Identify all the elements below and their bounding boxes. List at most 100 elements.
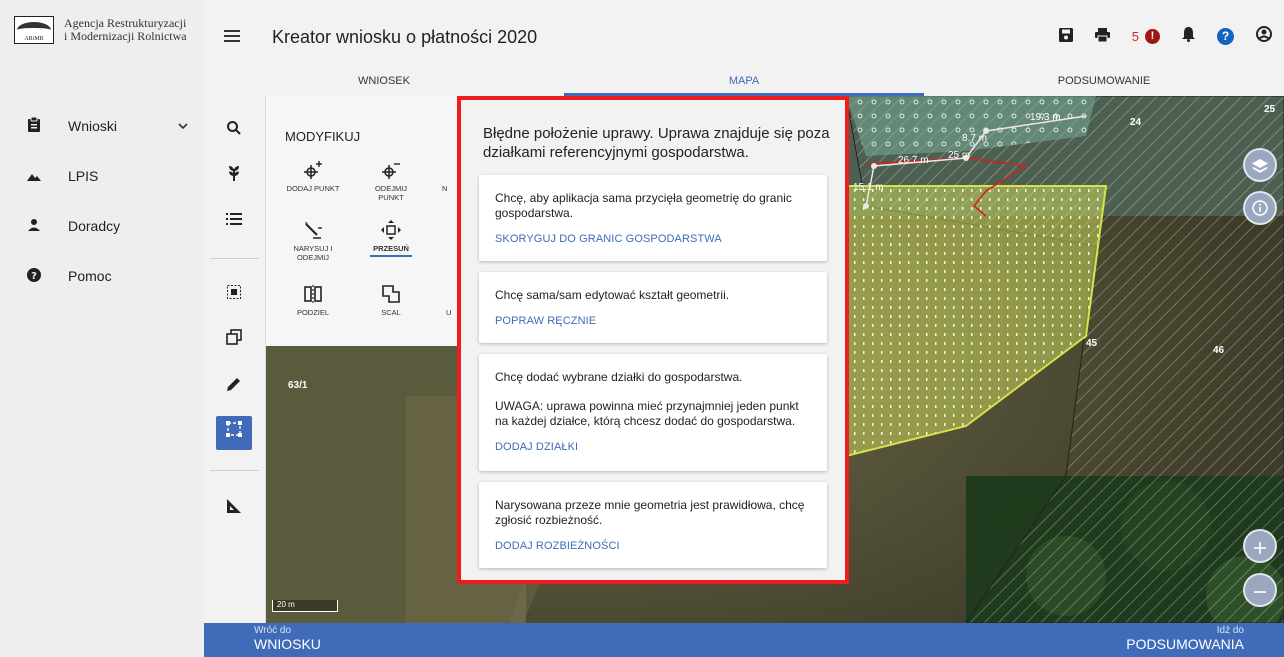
sidebar-item-label: LPIS xyxy=(68,168,99,184)
sidebar-item-label: Pomoc xyxy=(68,268,112,284)
option-card-manual-edit: Chcę sama/sam edytować kształt geometrii… xyxy=(479,272,827,343)
select-area-icon[interactable] xyxy=(216,278,252,312)
page-title: Kreator wniosku o płatności 2020 xyxy=(272,27,538,47)
plus-icon xyxy=(1254,538,1266,558)
option-text: Narysowana przeze mnie geometria jest pr… xyxy=(495,498,805,527)
draw-remove-label: NARYSUJ I ODEJMIJ xyxy=(293,244,333,262)
remove-point-icon xyxy=(364,160,418,184)
save-icon[interactable] xyxy=(1058,27,1073,46)
mountain-icon xyxy=(26,168,42,184)
top-actions: 5 ! ? xyxy=(1058,26,1272,47)
move-label: PRZESUŃ xyxy=(373,244,409,253)
add-point-button[interactable]: DODAJ PUNKT xyxy=(286,160,340,193)
sidebar: Agencja Restrukturyzacji i Modernizacji … xyxy=(0,0,204,657)
minus-icon xyxy=(1254,582,1266,602)
svg-text:?: ? xyxy=(31,271,37,282)
layers-button[interactable] xyxy=(1243,148,1277,182)
go-to-summary-button[interactable]: Idź do PODSUMOWANIA xyxy=(1126,625,1244,652)
clipboard-icon xyxy=(26,116,42,135)
bottom-nav-bar: Wróć do WNIOSKU Idź do PODSUMOWANIA xyxy=(204,623,1284,657)
agency-logo[interactable]: Agencja Restrukturyzacji i Modernizacji … xyxy=(14,16,187,44)
help-icon[interactable]: ? xyxy=(1217,28,1234,45)
option-card-report-discrepancy: Narysowana przeze mnie geometria jest pr… xyxy=(479,482,827,568)
print-icon[interactable] xyxy=(1094,27,1110,46)
add-point-label: DODAJ PUNKT xyxy=(286,184,340,193)
plot-label: 46 xyxy=(1213,345,1225,356)
modify-panel: MODYFIKUJ DODAJ PUNKT ODEJMIJ PUNKT N NA… xyxy=(266,96,466,346)
auto-correct-button[interactable]: SKORYGUJ DO GRANIC GOSPODARSTWA xyxy=(495,233,811,245)
info-icon xyxy=(1252,200,1268,220)
menu-icon[interactable] xyxy=(224,26,240,47)
back-small-label: Wróć do xyxy=(254,625,292,636)
sidebar-item-wnioski[interactable]: Wnioski xyxy=(0,101,204,151)
geometry-error-dialog: Błędne położenie uprawy. Uprawa znajduje… xyxy=(457,96,849,584)
toolbar-divider xyxy=(210,470,259,471)
measure-label: 8.7 m xyxy=(962,133,988,144)
info-button[interactable] xyxy=(1243,191,1277,225)
zoom-out-button[interactable] xyxy=(1243,573,1277,607)
report-discrepancy-button[interactable]: DODAJ ROZBIEŻNOŚCI xyxy=(495,540,811,552)
measure-icon[interactable] xyxy=(216,492,252,526)
dialog-title: Błędne położenie uprawy. Uprawa znajduje… xyxy=(483,125,830,161)
option-warning-note: UWAGA: uprawa powinna mieć przynajmniej … xyxy=(495,399,799,428)
top-bar: Kreator wniosku o płatności 2020 5 ! ? xyxy=(204,0,1284,68)
modify-panel-title: MODYFIKUJ xyxy=(285,129,361,144)
sidebar-item-doradcy[interactable]: Doradcy xyxy=(0,201,204,251)
plot-label: 63/1 xyxy=(288,380,308,391)
option-text: Chcę sama/sam edytować kształt geometrii… xyxy=(495,288,730,302)
move-icon xyxy=(364,220,418,244)
alert-icon[interactable]: ! xyxy=(1145,29,1160,44)
chevron-down-icon[interactable] xyxy=(178,120,188,132)
layers-icon xyxy=(1252,157,1268,177)
back-to-application-button[interactable]: Wróć do WNIOSKU xyxy=(254,625,321,652)
tab-podsumowanie[interactable]: PODSUMOWANIE xyxy=(924,68,1284,96)
copy-geometry-icon[interactable] xyxy=(216,324,252,358)
measure-label: 26.7 m xyxy=(898,155,929,166)
measure-label: 25 m xyxy=(948,150,971,161)
split-label: PODZIEL xyxy=(296,308,330,317)
crop-tool-icon[interactable] xyxy=(216,160,252,194)
measure-label: 15.1 m xyxy=(853,182,884,193)
modify-geometry-icon[interactable] xyxy=(216,416,252,450)
remove-point-button[interactable]: ODEJMIJ PUNKT xyxy=(364,160,418,202)
person-icon xyxy=(26,218,42,234)
merge-icon xyxy=(364,284,418,308)
logo-line-2: i Modernizacji Rolnictwa xyxy=(64,29,187,43)
tab-mapa[interactable]: MAPA xyxy=(564,68,924,96)
help-icon: ? xyxy=(26,267,42,285)
manual-edit-button[interactable]: POPRAW RĘCZNIE xyxy=(495,315,811,327)
search-icon[interactable] xyxy=(216,114,252,148)
sidebar-item-lpis[interactable]: LPIS xyxy=(0,151,204,201)
plot-label: 25 xyxy=(1264,104,1276,115)
active-tool-indicator xyxy=(370,255,412,257)
bell-icon[interactable] xyxy=(1182,27,1195,46)
pencil-icon[interactable] xyxy=(216,370,252,404)
sidebar-nav: Wnioski LPIS Doradcy ? Pomoc xyxy=(0,101,204,301)
next-small-label: Idź do xyxy=(1216,625,1244,636)
map-scale-bar: 20 m xyxy=(272,600,338,612)
option-card-auto-correct: Chcę, aby aplikacja sama przycięła geome… xyxy=(479,175,827,261)
toolbar-divider xyxy=(210,258,259,259)
merge-button[interactable]: SCAL xyxy=(364,284,418,317)
add-point-icon xyxy=(286,160,340,184)
sidebar-item-label: Wnioski xyxy=(68,118,118,134)
logo-mark-icon xyxy=(14,16,54,44)
option-text: Chcę, aby aplikacja sama przycięła geome… xyxy=(495,191,792,220)
remove-point-label: ODEJMIJ PUNKT xyxy=(374,184,408,202)
sidebar-item-label: Doradcy xyxy=(68,218,121,234)
main-tabs: WNIOSEK MAPA PODSUMOWANIE xyxy=(204,68,1284,96)
sidebar-item-pomoc[interactable]: ? Pomoc xyxy=(0,251,204,301)
back-big-label: WNIOSKU xyxy=(254,636,321,652)
split-button[interactable]: PODZIEL xyxy=(286,284,340,317)
tab-wniosek[interactable]: WNIOSEK xyxy=(204,68,564,96)
add-parcels-button[interactable]: DODAJ DZIAŁKI xyxy=(495,441,811,453)
notification-count: 5 xyxy=(1131,29,1139,44)
list-icon[interactable] xyxy=(216,204,252,238)
split-icon xyxy=(286,284,340,308)
measure-label: 19.3 m xyxy=(1030,112,1061,123)
plot-label: 45 xyxy=(1086,338,1098,349)
zoom-in-button[interactable] xyxy=(1243,529,1277,563)
move-button[interactable]: PRZESUŃ xyxy=(364,220,418,257)
user-account-icon[interactable] xyxy=(1256,26,1272,47)
draw-remove-button[interactable]: NARYSUJ I ODEJMIJ xyxy=(286,220,340,262)
